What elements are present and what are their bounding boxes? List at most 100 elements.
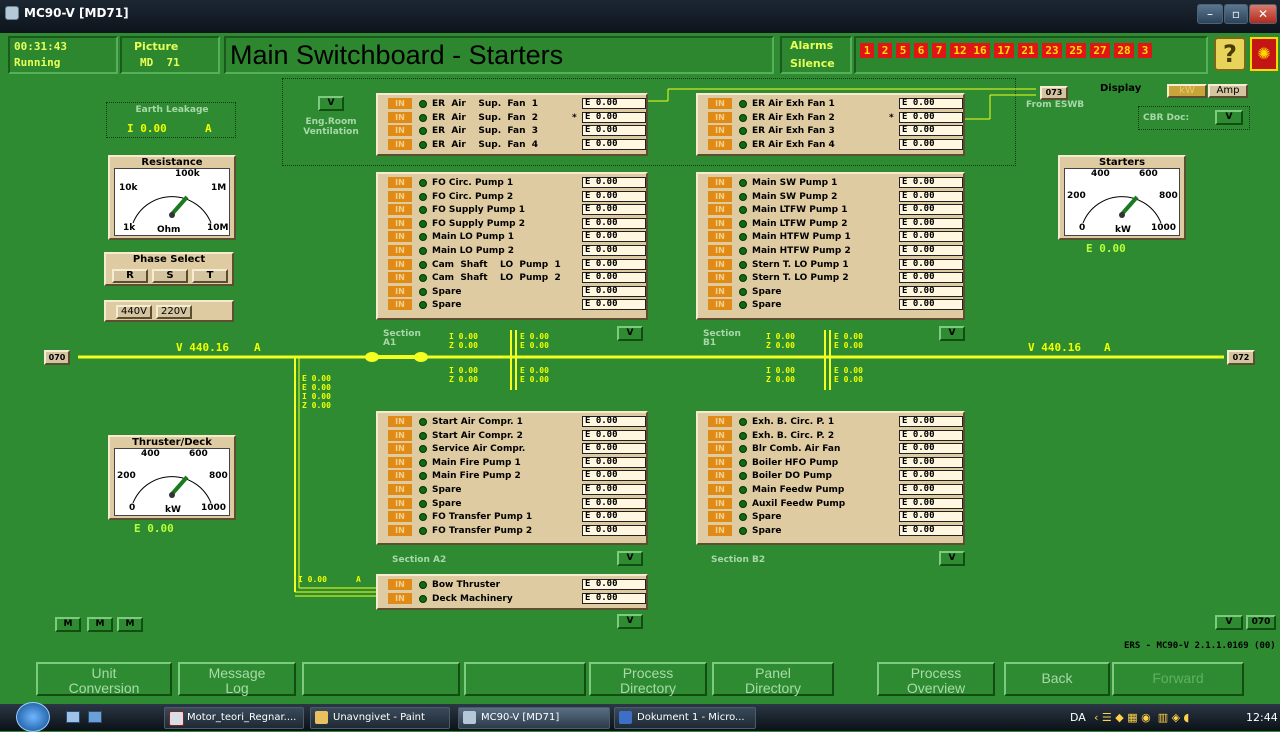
in-button[interactable]: IN <box>388 443 412 455</box>
bus-voltage-left: V 440.16 <box>176 341 229 354</box>
starter-row: IN Spare E 0.00 <box>388 497 646 510</box>
in-button[interactable]: IN <box>708 429 732 441</box>
in-button[interactable]: IN <box>388 231 412 243</box>
m-button-1[interactable]: M <box>55 617 81 632</box>
starter-row: IN Spare E 0.00 <box>708 285 963 298</box>
bus-node-left[interactable]: 070 <box>44 350 70 365</box>
switch-windows-icon[interactable] <box>88 711 102 723</box>
section-b2-v-button[interactable]: V <box>939 551 965 566</box>
nav-button-7[interactable]: Process Overview <box>877 662 995 696</box>
nav-button-5[interactable]: Process Directory <box>589 662 707 696</box>
taskbar-item-dokument[interactable]: Dokument 1 - Micro... <box>614 707 756 729</box>
in-button[interactable]: IN <box>388 258 412 270</box>
bus-node-right[interactable]: 072 <box>1227 350 1255 365</box>
in-button[interactable]: IN <box>388 579 412 590</box>
nav-button-3[interactable] <box>302 662 460 696</box>
in-button[interactable]: IN <box>708 138 732 150</box>
in-button[interactable]: IN <box>708 125 732 137</box>
nav-button-1[interactable]: Unit Conversion <box>36 662 172 696</box>
in-button[interactable]: IN <box>388 125 412 137</box>
in-button[interactable]: IN <box>388 190 412 202</box>
starter-value: E 0.00 <box>899 299 963 311</box>
in-button[interactable]: IN <box>388 592 412 604</box>
in-button[interactable]: IN <box>708 258 732 270</box>
in-button[interactable]: IN <box>708 177 732 188</box>
in-button[interactable]: IN <box>388 245 412 256</box>
starter-value: E 0.00 <box>582 285 646 297</box>
starter-row: IN Service Air Compr. E 0.00 <box>388 443 646 455</box>
in-button[interactable]: IN <box>708 497 732 509</box>
starter-label: FO Transfer Pump 2 <box>432 525 533 536</box>
esw-node[interactable]: 073 <box>1040 86 1068 100</box>
starter-value: E 0.00 <box>899 177 963 188</box>
status-indicator-icon <box>739 247 747 255</box>
taskbar-item-paint[interactable]: Unavngivet - Paint <box>310 707 450 729</box>
show-desktop-icon[interactable] <box>66 711 80 723</box>
in-button[interactable]: IN <box>388 138 412 150</box>
starter-value: E 0.00 <box>582 204 646 216</box>
in-button[interactable]: IN <box>708 272 732 284</box>
in-button[interactable]: IN <box>708 484 732 495</box>
in-button[interactable]: IN <box>388 272 412 284</box>
in-button[interactable]: IN <box>388 511 412 523</box>
m-button-3[interactable]: M <box>117 617 143 632</box>
in-button[interactable]: IN <box>708 470 732 482</box>
in-button[interactable]: IN <box>708 524 732 536</box>
bow-v-button[interactable]: V <box>617 614 643 629</box>
in-button[interactable]: IN <box>388 217 412 229</box>
in-button[interactable]: IN <box>708 511 732 523</box>
in-button[interactable]: IN <box>388 204 412 216</box>
nav-button-8[interactable]: Back <box>1004 662 1110 696</box>
in-button[interactable]: IN <box>708 299 732 311</box>
in-button[interactable]: IN <box>388 299 412 311</box>
status-indicator-icon <box>419 513 427 522</box>
in-button[interactable]: IN <box>388 497 412 509</box>
in-button[interactable]: IN <box>388 285 412 297</box>
footer-node-button[interactable]: 070 <box>1246 615 1276 630</box>
section-a2-v-button[interactable]: V <box>617 551 643 566</box>
in-button[interactable]: IN <box>708 285 732 297</box>
status-indicator-icon <box>419 581 427 589</box>
footer-v-button[interactable]: V <box>1215 615 1243 630</box>
starter-value: E 0.00 <box>899 204 963 216</box>
starter-value: E 0.00 <box>582 484 646 495</box>
in-button[interactable]: IN <box>708 190 732 202</box>
nav-button-4[interactable] <box>464 662 586 696</box>
in-button[interactable]: IN <box>708 443 732 455</box>
tray-icons[interactable]: ‹ ☰ ◆ ▦ ◉ ▥ ◈ ◖ <box>1094 711 1204 725</box>
in-button[interactable]: IN <box>388 470 412 482</box>
in-button[interactable]: IN <box>388 416 412 427</box>
in-button[interactable]: IN <box>708 98 732 109</box>
start-button[interactable] <box>16 702 50 732</box>
in-button[interactable]: IN <box>388 177 412 188</box>
nav-button-2[interactable]: Message Log <box>178 662 296 696</box>
taskbar-item-mc90[interactable]: MC90-V [MD71] <box>458 707 610 729</box>
section-a1-v-button[interactable]: V <box>617 326 643 341</box>
in-button[interactable]: IN <box>388 98 412 109</box>
section-b1-v-button[interactable]: V <box>939 326 965 341</box>
in-button[interactable]: IN <box>708 416 732 427</box>
starter-row: IN FO Circ. Pump 2 E 0.00 <box>388 190 646 203</box>
language-indicator[interactable]: DA <box>1070 711 1086 724</box>
bow-current: I 0.00 <box>298 575 327 584</box>
in-button[interactable]: IN <box>388 484 412 495</box>
starter-row: IN Boiler DO Pump E 0.00 <box>708 470 963 482</box>
in-button[interactable]: IN <box>708 231 732 243</box>
in-button[interactable]: IN <box>708 111 732 123</box>
in-button[interactable]: IN <box>388 456 412 468</box>
m-button-2[interactable]: M <box>87 617 113 632</box>
in-button[interactable]: IN <box>388 111 412 123</box>
status-indicator-icon <box>419 418 427 426</box>
in-button[interactable]: IN <box>388 429 412 441</box>
in-button[interactable]: IN <box>708 204 732 216</box>
starter-value: E 0.00 <box>582 416 646 427</box>
in-button[interactable]: IN <box>708 217 732 229</box>
in-button[interactable]: IN <box>708 456 732 468</box>
taskbar-item-motor[interactable]: Motor_teori_Regnar.... <box>164 707 304 729</box>
starter-row: IN Start Air Compr. 2 E 0.00 <box>388 429 646 442</box>
in-button[interactable]: IN <box>708 245 732 256</box>
in-button[interactable]: IN <box>388 524 412 536</box>
starter-value: E 0.00 <box>899 245 963 256</box>
nav-button-6[interactable]: Panel Directory <box>712 662 834 696</box>
nav-button-9[interactable]: Forward <box>1112 662 1244 696</box>
